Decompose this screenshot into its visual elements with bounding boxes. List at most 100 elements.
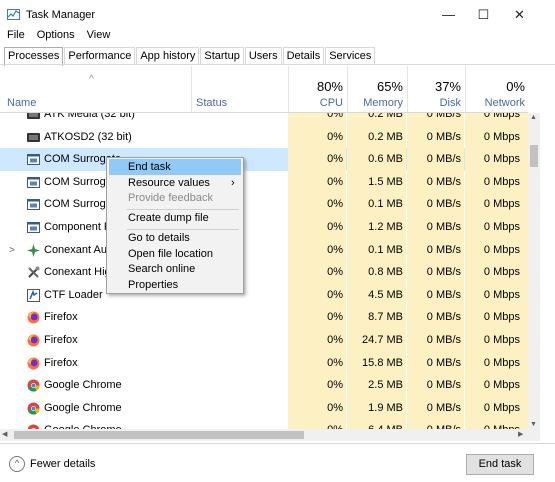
- horizontal-scroll-thumb[interactable]: [14, 431, 304, 439]
- process-row[interactable]: Component Package Support Server0%1.2 MB…: [0, 216, 528, 239]
- process-row[interactable]: COM Surrogate0%0.1 MB0 MB/s0 Mbps: [0, 193, 528, 216]
- footer: ^ Fewer details End task: [0, 443, 555, 482]
- fewer-details-link[interactable]: Fewer details: [30, 458, 95, 470]
- process-row[interactable]: Google Chrome0%1.9 MB0 MB/s0 Mbps: [0, 397, 528, 420]
- disk-label: Disk: [440, 97, 461, 109]
- horizontal-scrollbar[interactable]: ◀ ▶: [0, 429, 540, 441]
- column-status: Status: [196, 97, 227, 109]
- cpu-value: 0%: [288, 261, 346, 284]
- memory-value: 4.5 MB: [347, 284, 406, 307]
- menu-file[interactable]: File: [7, 29, 25, 41]
- process-row[interactable]: ATK Media (32 bit)0%0.2 MB0 MB/s0 Mbps: [0, 113, 528, 126]
- ctx-create-dump-file[interactable]: Create dump file: [109, 210, 241, 226]
- process-row[interactable]: CTF Loader0%4.5 MB0 MB/s0 Mbps: [0, 284, 528, 307]
- memory-value: 15.8 MB: [347, 352, 406, 375]
- network-value: 0 Mbps: [465, 239, 528, 262]
- process-row[interactable]: Firefox0%24.7 MB0 MB/s0 Mbps: [0, 329, 528, 352]
- network-value: 0 Mbps: [465, 193, 528, 216]
- scroll-left-icon[interactable]: ◀: [2, 430, 7, 438]
- column-disk[interactable]: 37% Disk: [407, 66, 465, 112]
- fewer-details-icon[interactable]: ^: [9, 456, 25, 472]
- memory-value: 2.5 MB: [347, 374, 406, 397]
- disk-value: 0 MB/s: [407, 374, 464, 397]
- disk-value: 0 MB/s: [407, 284, 464, 307]
- ctx-go-to-details[interactable]: Go to details: [109, 230, 241, 246]
- cpu-value: 0%: [288, 193, 346, 216]
- conexant-icon: [27, 244, 40, 257]
- disk-value: 0 MB/s: [407, 148, 464, 171]
- vertical-scroll-thumb[interactable]: [530, 145, 538, 167]
- ctf-icon: [27, 289, 40, 302]
- process-row[interactable]: Google Chrome0%2.5 MB0 MB/s0 Mbps: [0, 374, 528, 397]
- maximize-button[interactable]: ☐: [466, 0, 501, 30]
- cpu-value: 0%: [288, 171, 346, 194]
- process-row[interactable]: Firefox0%8.7 MB0 MB/s0 Mbps: [0, 306, 528, 329]
- memory-label: Memory: [363, 97, 403, 109]
- cpu-value: 0%: [288, 419, 346, 429]
- menu-options[interactable]: Options: [37, 29, 75, 41]
- tab-details[interactable]: Details: [283, 47, 325, 64]
- end-task-button[interactable]: End task: [466, 454, 534, 475]
- ctx-resource-values[interactable]: Resource values›: [109, 175, 241, 191]
- submenu-arrow-icon: ›: [231, 175, 235, 191]
- ctx-properties[interactable]: Properties: [109, 277, 241, 293]
- process-name: ATK Media (32 bit): [44, 113, 135, 126]
- column-name[interactable]: Name: [7, 97, 36, 109]
- expand-chevron-icon[interactable]: >: [9, 239, 15, 262]
- network-value: 0 Mbps: [465, 148, 528, 171]
- close-button[interactable]: ✕: [502, 0, 537, 30]
- network-value: 0 Mbps: [465, 171, 528, 194]
- tab-startup[interactable]: Startup: [200, 47, 243, 64]
- column-memory[interactable]: 65% Memory: [347, 66, 407, 112]
- vertical-scrollbar[interactable]: ▲ ▼: [528, 113, 540, 429]
- cpu-value: 0%: [288, 284, 346, 307]
- menu-view[interactable]: View: [87, 29, 111, 41]
- cpu-value: 0%: [288, 239, 346, 262]
- process-row[interactable]: >Conexant Audio Message Service0%0.1 MB0…: [0, 239, 528, 262]
- memory-value: 6.4 MB: [347, 419, 406, 429]
- process-row[interactable]: COM Surrogate0%0.6 MB0 MB/s0 Mbps: [0, 148, 528, 171]
- memory-value: 0.8 MB: [347, 261, 406, 284]
- ctx-open-file-location[interactable]: Open file location: [109, 246, 241, 262]
- disk-percent: 37%: [435, 79, 461, 94]
- disk-value: 0 MB/s: [407, 216, 464, 239]
- column-network[interactable]: 0% Network: [465, 66, 529, 112]
- cpu-value: 0%: [288, 352, 346, 375]
- column-status-cell[interactable]: Status: [191, 66, 288, 112]
- memory-value: 1.5 MB: [347, 171, 406, 194]
- column-header: ^ Name Status 80% CPU 65% Memory 37% Dis…: [0, 66, 528, 113]
- process-row[interactable]: ATKOSD2 (32 bit)0%0.2 MB0 MB/s0 Mbps: [0, 126, 528, 149]
- process-row[interactable]: Google Chrome0%6.4 MB0 MB/s0 Mbps: [0, 419, 528, 429]
- disk-value: 0 MB/s: [407, 171, 464, 194]
- menu-bar: File Options View: [0, 29, 115, 45]
- scroll-right-icon[interactable]: ▶: [518, 430, 523, 438]
- process-row[interactable]: COM Surrogate0%1.5 MB0 MB/s0 Mbps: [0, 171, 528, 194]
- tab-app-history[interactable]: App history: [136, 47, 199, 64]
- cpu-value: 0%: [288, 329, 346, 352]
- tab-services[interactable]: Services: [325, 47, 375, 64]
- disk-value: 0 MB/s: [407, 397, 464, 420]
- column-cpu[interactable]: 80% CPU: [288, 66, 347, 112]
- ctx-search-online[interactable]: Search online: [109, 261, 241, 277]
- tab-users[interactable]: Users: [245, 47, 282, 64]
- process-row[interactable]: Conexant High Definition Audio0%0.8 MB0 …: [0, 261, 528, 284]
- cpu-value: 0%: [288, 113, 346, 126]
- process-name: CTF Loader: [44, 284, 103, 307]
- firefox-icon: [27, 311, 40, 324]
- cpu-value: 0%: [288, 397, 346, 420]
- cpu-value: 0%: [288, 148, 346, 171]
- minimize-button[interactable]: —: [431, 0, 466, 30]
- memory-value: 0.1 MB: [347, 239, 406, 262]
- network-value: 0 Mbps: [465, 419, 528, 429]
- sort-up-icon[interactable]: ^: [89, 74, 94, 85]
- ctx-end-task[interactable]: End task: [109, 159, 241, 175]
- scroll-down-icon[interactable]: ▼: [530, 421, 537, 428]
- tab-performance[interactable]: Performance: [64, 47, 135, 64]
- disk-value: 0 MB/s: [407, 126, 464, 149]
- scroll-up-icon[interactable]: ▲: [530, 114, 537, 121]
- cpu-value: 0%: [288, 374, 346, 397]
- disk-value: 0 MB/s: [407, 239, 464, 262]
- network-label: Network: [485, 97, 525, 109]
- process-row[interactable]: Firefox0%15.8 MB0 MB/s0 Mbps: [0, 352, 528, 375]
- disk-value: 0 MB/s: [407, 352, 464, 375]
